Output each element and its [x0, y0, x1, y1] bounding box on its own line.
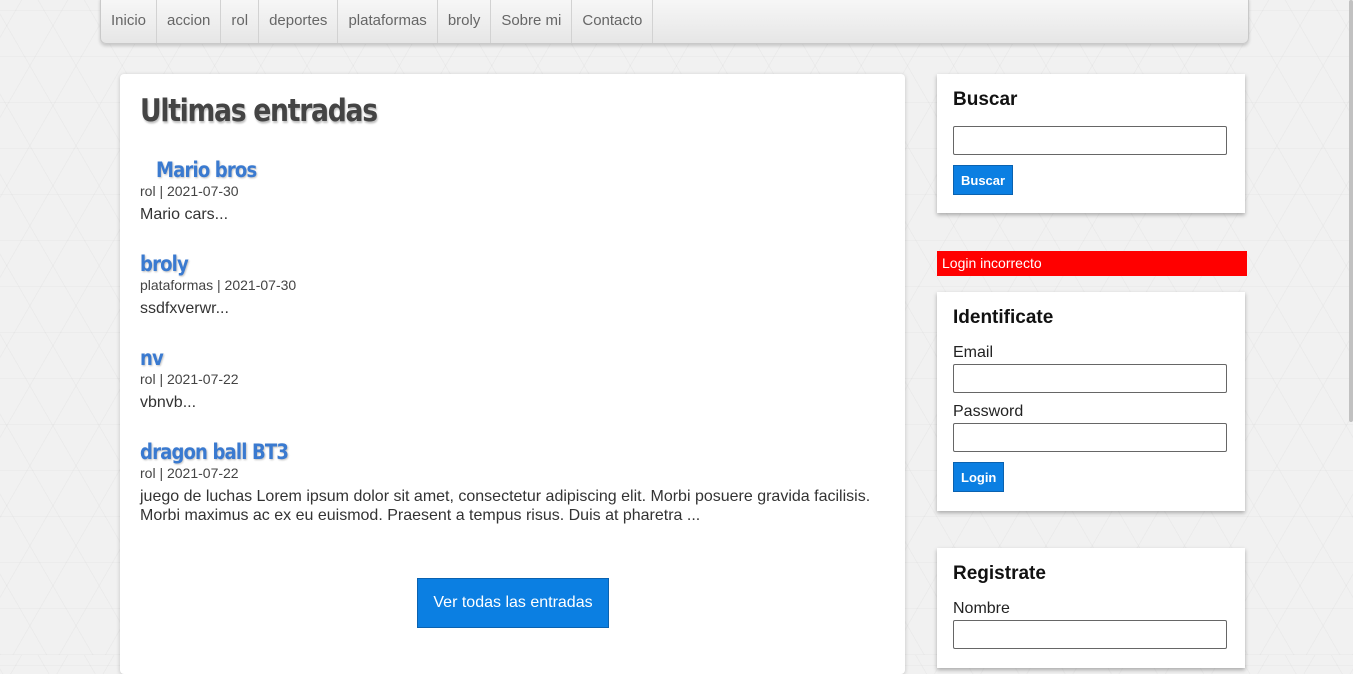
- nav-item-plataformas[interactable]: plataformas: [338, 0, 438, 43]
- nav-item-deportes[interactable]: deportes: [259, 0, 339, 43]
- scrollbar[interactable]: [1349, 0, 1353, 422]
- email-field[interactable]: [953, 364, 1227, 393]
- search-title: Buscar: [953, 89, 1018, 110]
- entry-item: dragon ball BT3 rol | 2021-07-22 juego d…: [140, 440, 890, 525]
- entry-meta: rol | 2021-07-22: [140, 371, 239, 387]
- view-all-entries-button[interactable]: Ver todas las entradas: [417, 578, 609, 628]
- name-field[interactable]: [953, 620, 1227, 649]
- register-card: Registrate Nombre: [937, 548, 1245, 668]
- password-field[interactable]: [953, 423, 1227, 452]
- login-button[interactable]: Login: [953, 462, 1005, 492]
- search-card: Buscar Buscar: [937, 74, 1245, 213]
- main-content: Ultimas entradas Mario bros rol | 2021-0…: [120, 74, 905, 674]
- entry-excerpt: juego de luchas Lorem ipsum dolor sit am…: [140, 488, 871, 524]
- page-title: Ultimas entradas: [140, 93, 378, 129]
- entry-title[interactable]: dragon ball BT3: [140, 440, 289, 464]
- login-error-alert: Login incorrecto: [937, 251, 1247, 276]
- entry-item: broly plataformas | 2021-07-30 ssdfxverw…: [140, 252, 890, 318]
- search-input[interactable]: [953, 126, 1227, 155]
- login-title: Identificate: [953, 307, 1054, 328]
- entry-meta: plataformas | 2021-07-30: [140, 277, 297, 293]
- register-title: Registrate: [953, 563, 1046, 584]
- entry-meta: rol | 2021-07-30: [140, 183, 239, 199]
- entry-title[interactable]: nv: [140, 346, 164, 370]
- entry-excerpt: Mario cars...: [140, 206, 229, 223]
- nav-item-contacto[interactable]: Contacto: [572, 0, 654, 43]
- email-label: Email: [953, 344, 994, 361]
- entry-meta: rol | 2021-07-22: [140, 465, 239, 481]
- entry-item: nv rol | 2021-07-22 vbnvb...: [140, 346, 890, 412]
- password-label: Password: [953, 403, 1024, 420]
- nav-item-inicio[interactable]: Inicio: [101, 0, 158, 43]
- entry-title[interactable]: Mario bros: [156, 158, 257, 182]
- top-nav: Inicio accion rol deportes plataformas b…: [100, 0, 1249, 44]
- nav-item-accion[interactable]: accion: [157, 0, 222, 43]
- entry-title[interactable]: broly: [140, 252, 189, 276]
- nav-item-rol[interactable]: rol: [221, 0, 260, 43]
- entry-item: Mario bros rol | 2021-07-30 Mario cars..…: [140, 158, 890, 224]
- nav-item-sobre-mi[interactable]: Sobre mi: [491, 0, 573, 43]
- entry-excerpt: ssdfxverwr...: [140, 300, 229, 317]
- name-label: Nombre: [953, 600, 1010, 617]
- nav-item-broly[interactable]: broly: [438, 0, 492, 43]
- search-button[interactable]: Buscar: [953, 165, 1014, 195]
- login-card: Identificate Email Password Login: [937, 292, 1245, 511]
- entry-excerpt: vbnvb...: [140, 394, 197, 411]
